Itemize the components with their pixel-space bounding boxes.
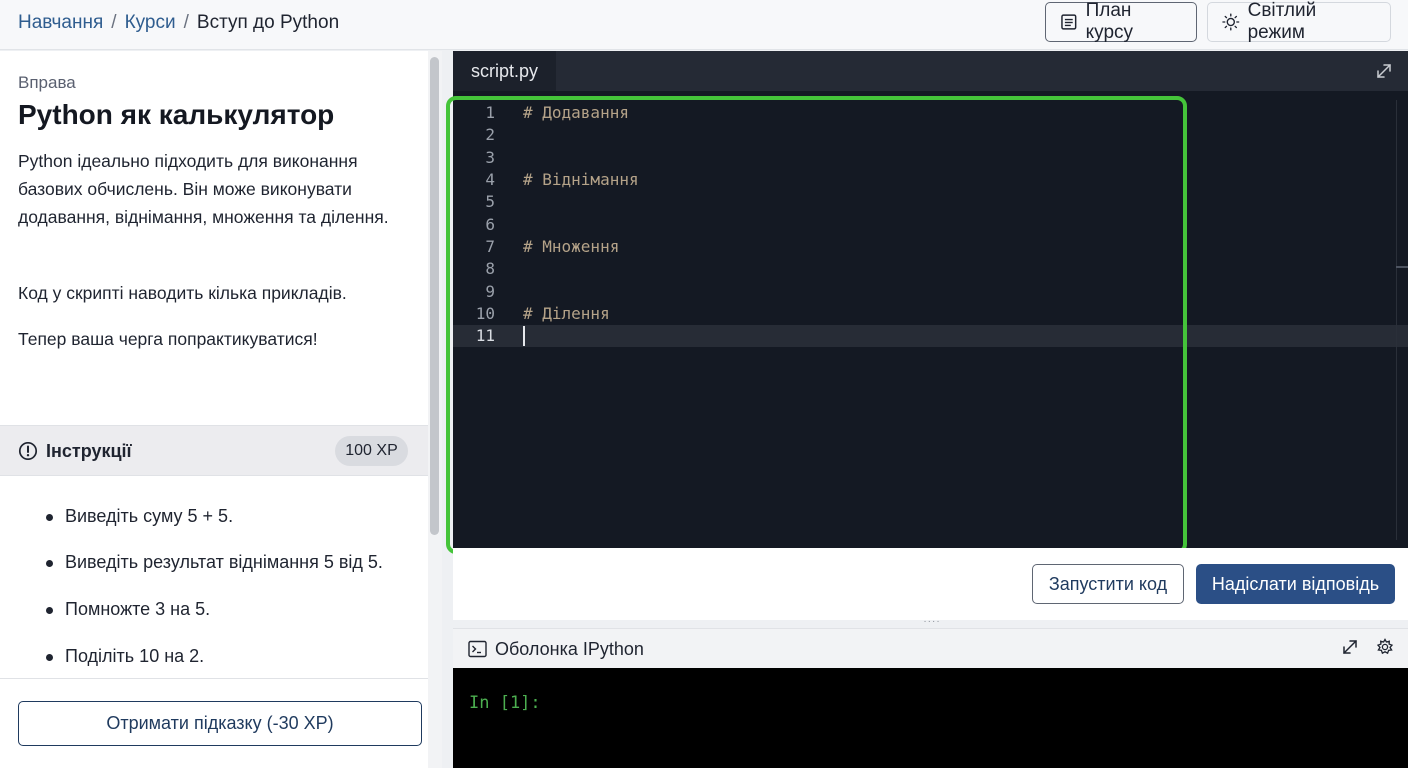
shell-prompt: In [1]:: [469, 693, 541, 713]
editor-ruler: [1396, 100, 1397, 540]
get-hint-button[interactable]: Отримати підказку (-30 XP): [18, 701, 422, 746]
shell-header: Оболонка IPython: [453, 628, 1408, 668]
course-plan-button[interactable]: План курсу: [1045, 0, 1197, 43]
exercise-title: Python як калькулятор: [18, 99, 335, 130]
instruction-item: Виведіть суму 5 + 5.: [18, 506, 423, 527]
expand-icon[interactable]: [1375, 62, 1393, 80]
exercise-paragraph: Python ідеально підходить для виконання …: [18, 151, 389, 227]
panel-resize-handle[interactable]: ····: [920, 617, 944, 627]
breadcrumb: Навчання / Курси / Вступ до Python: [18, 0, 339, 46]
terminal-icon: [468, 640, 487, 658]
breadcrumb-current: Вступ до Python: [196, 12, 340, 33]
submit-answer-button[interactable]: Надіслати відповідь: [1196, 564, 1395, 604]
exercise-paragraph: Тепер ваша черга попрактикуватися!: [18, 329, 318, 349]
editor-tab-bar: [453, 51, 1408, 91]
instructions-header: Інструкції 100 XP: [0, 425, 428, 476]
xp-badge: 100 XP: [335, 436, 408, 466]
sun-icon: [1222, 13, 1240, 31]
instruction-item: Поділіть 10 на 2.: [18, 646, 423, 667]
light-mode-label: Світлий режим: [1247, 0, 1317, 43]
instruction-item: Виведіть результат віднімання 5 від 5.: [18, 552, 423, 573]
run-code-button[interactable]: Запустити код: [1032, 564, 1184, 604]
settings-icon[interactable]: [1376, 638, 1394, 656]
course-plan-label: План курсу: [1085, 0, 1134, 43]
breadcrumb-separator: /: [111, 12, 117, 33]
instructions-title: Інструкції: [46, 441, 132, 461]
instruction-item: Помножте 3 на 5.: [18, 599, 423, 620]
alert-circle-icon: [18, 441, 38, 461]
editor-scroll-marker: [1396, 266, 1408, 268]
ipython-shell[interactable]: [453, 668, 1408, 768]
breadcrumb-learning[interactable]: Навчання: [18, 12, 103, 34]
expand-icon[interactable]: [1341, 638, 1359, 656]
exercise-paragraph: Код у скрипті наводить кілька прикладів.: [18, 283, 347, 303]
exercise-label: Вправа: [18, 73, 76, 92]
tab-script-py[interactable]: script.py: [453, 51, 556, 91]
list-icon: [1061, 14, 1077, 30]
scrollbar-thumb[interactable]: [430, 57, 439, 535]
breadcrumb-separator: /: [183, 12, 189, 33]
light-mode-button[interactable]: Світлий режим: [1207, 0, 1391, 43]
breadcrumb-courses[interactable]: Курси: [125, 12, 176, 34]
highlight-frame: [446, 96, 1187, 554]
shell-title: Оболонка IPython: [495, 639, 644, 659]
